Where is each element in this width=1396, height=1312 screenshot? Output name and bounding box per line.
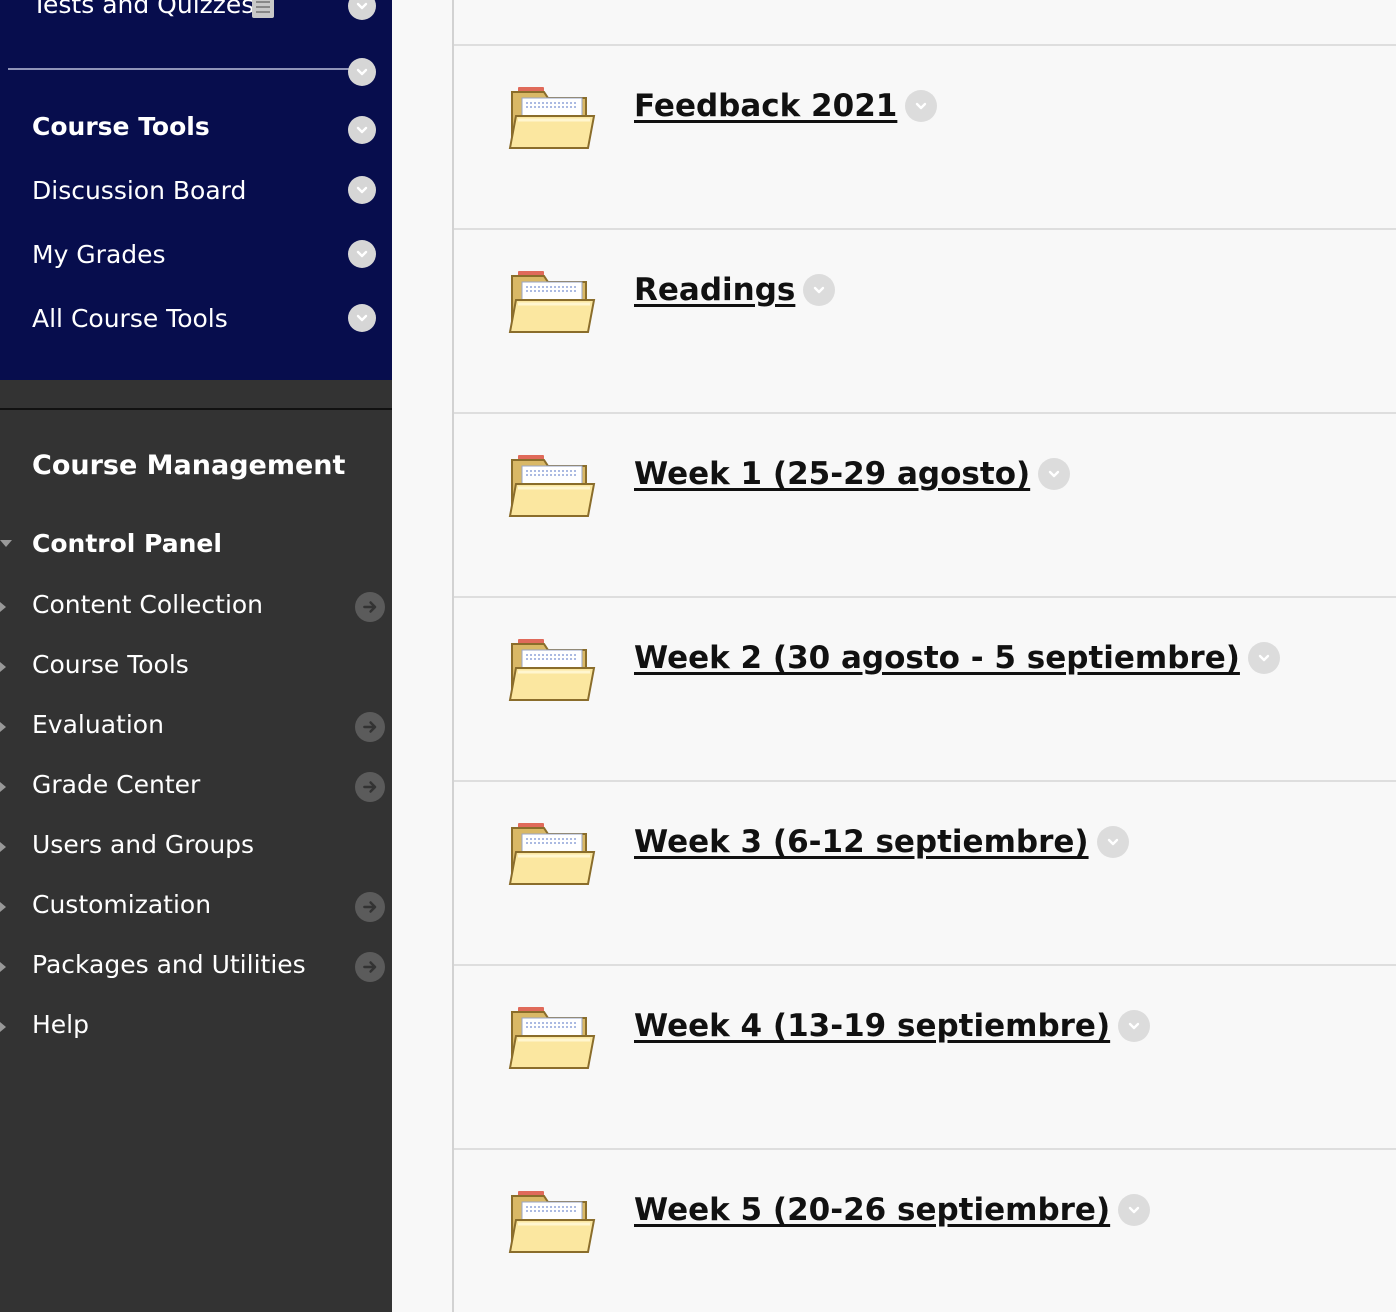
content-area: Feedback 2021 Readings Week 1 (25-29 ago… [392, 0, 1396, 1312]
row-divider [454, 596, 1396, 598]
row-divider [454, 44, 1396, 46]
content-left-border [452, 0, 454, 1312]
chevron-down-icon[interactable] [348, 304, 376, 332]
menu-item-label: Discussion Board [32, 176, 247, 205]
content-item-link[interactable]: Week 4 (13-19 septiembre) [634, 1008, 1110, 1044]
chevron-down-icon[interactable] [1118, 1194, 1151, 1226]
arrow-right-icon[interactable] [355, 592, 385, 622]
arrow-right-icon[interactable] [355, 712, 385, 742]
row-divider [454, 228, 1396, 230]
menu-item-label: My Grades [32, 240, 166, 269]
collapsed-triangle-icon[interactable] [0, 602, 6, 612]
content-item-link[interactable]: Feedback 2021 [634, 88, 897, 124]
collapsed-triangle-icon[interactable] [0, 842, 6, 852]
cp-item-evaluation[interactable]: Evaluation [32, 710, 164, 739]
chevron-down-icon[interactable] [1247, 642, 1280, 674]
content-item-title-week-1[interactable]: Week 1 (25-29 agosto) [634, 456, 1071, 492]
cp-item-course-tools[interactable]: Course Tools [32, 650, 189, 679]
collapsed-triangle-icon[interactable] [0, 962, 6, 972]
folder-icon [508, 452, 598, 524]
folder-icon [508, 84, 598, 156]
content-item-link[interactable]: Week 3 (6-12 septiembre) [634, 824, 1089, 860]
management-divider [0, 408, 392, 410]
menu-item-discussion-board[interactable]: Discussion Board [32, 176, 246, 205]
content-item-link[interactable]: Readings [634, 272, 795, 308]
chevron-down-icon[interactable] [1096, 826, 1129, 858]
chevron-down-icon[interactable] [348, 240, 376, 268]
menu-item-label: All Course Tools [32, 304, 228, 333]
content-item-title-week-4[interactable]: Week 4 (13-19 septiembre) [634, 1008, 1151, 1044]
content-item-link[interactable]: Week 5 (20-26 septiembre) [634, 1192, 1110, 1228]
course-management-title: Course Management [32, 450, 346, 481]
cp-item-help[interactable]: Help [32, 1010, 89, 1039]
cp-item-grade-center[interactable]: Grade Center [32, 770, 200, 799]
chevron-down-icon[interactable] [905, 90, 938, 122]
course-menu: Tests and Quizzes Course Tools Discussio… [0, 0, 392, 380]
arrow-right-icon[interactable] [355, 952, 385, 982]
menu-item-label: Tests and Quizzes [32, 0, 255, 19]
folder-icon [508, 268, 598, 340]
content-item-link[interactable]: Week 1 (25-29 agosto) [634, 456, 1030, 492]
menu-item-my-grades[interactable]: My Grades [32, 240, 166, 269]
chevron-down-icon[interactable] [803, 274, 836, 306]
menu-item-course-tools-heading[interactable]: Course Tools [32, 112, 210, 141]
folder-icon [508, 636, 598, 708]
row-divider [454, 964, 1396, 966]
quiz-icon [252, 0, 274, 18]
menu-item-label: Course Tools [32, 112, 210, 141]
menu-item-all-course-tools[interactable]: All Course Tools [32, 304, 228, 333]
chevron-down-icon[interactable] [348, 0, 376, 20]
arrow-right-icon[interactable] [355, 892, 385, 922]
chevron-down-icon[interactable] [1118, 1010, 1151, 1042]
content-item-title-readings[interactable]: Readings [634, 272, 836, 308]
folder-icon [508, 1188, 598, 1260]
chevron-down-icon[interactable] [348, 116, 376, 144]
row-divider [454, 780, 1396, 782]
content-item-title-week-5[interactable]: Week 5 (20-26 septiembre) [634, 1192, 1151, 1228]
expanded-triangle-icon[interactable] [0, 540, 12, 547]
folder-icon [508, 820, 598, 892]
arrow-right-icon[interactable] [355, 772, 385, 802]
collapsed-triangle-icon[interactable] [0, 662, 6, 672]
collapsed-triangle-icon[interactable] [0, 722, 6, 732]
chevron-down-icon[interactable] [348, 176, 376, 204]
row-divider [454, 1148, 1396, 1150]
cp-item-packages-and-utilities[interactable]: Packages and Utilities [32, 950, 306, 979]
cp-item-customization[interactable]: Customization [32, 890, 211, 919]
collapsed-triangle-icon[interactable] [0, 782, 6, 792]
divider-chevron-down-icon[interactable] [348, 58, 376, 86]
cp-item-content-collection[interactable]: Content Collection [32, 590, 263, 619]
sidebar: Tests and Quizzes Course Tools Discussio… [0, 0, 392, 1312]
content-item-title-week-3[interactable]: Week 3 (6-12 septiembre) [634, 824, 1129, 860]
content-item-title-week-2[interactable]: Week 2 (30 agosto - 5 septiembre) [634, 640, 1280, 676]
menu-divider [8, 68, 353, 70]
chevron-down-icon[interactable] [1038, 458, 1071, 490]
collapsed-triangle-icon[interactable] [0, 1022, 6, 1032]
folder-icon [508, 1004, 598, 1076]
content-item-link[interactable]: Week 2 (30 agosto - 5 septiembre) [634, 640, 1240, 676]
menu-item-tests-and-quizzes[interactable]: Tests and Quizzes [32, 0, 254, 19]
row-divider [454, 412, 1396, 414]
collapsed-triangle-icon[interactable] [0, 902, 6, 912]
content-item-title-feedback-2021[interactable]: Feedback 2021 [634, 88, 938, 124]
control-panel-heading[interactable]: Control Panel [32, 529, 222, 558]
cp-item-users-and-groups[interactable]: Users and Groups [32, 830, 254, 859]
